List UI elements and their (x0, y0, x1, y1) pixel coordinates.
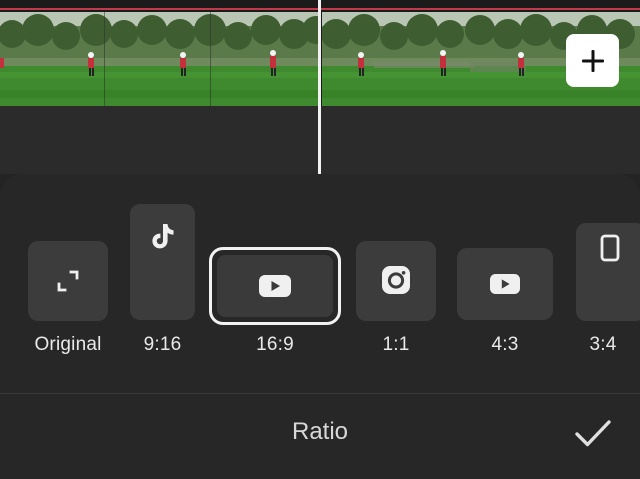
checkmark-icon (575, 420, 611, 447)
portrait-frame-icon (600, 234, 620, 262)
panel-divider (0, 393, 640, 394)
ratio-option-9-16[interactable]: 9:16 (130, 174, 195, 392)
ratio-tile-16-9[interactable] (217, 255, 333, 317)
ratio-option-original[interactable]: Original (28, 174, 108, 392)
instagram-icon (382, 266, 410, 294)
ratio-tile-9-16[interactable] (130, 204, 195, 320)
ratio-option-16-9[interactable]: 16:9 (209, 174, 341, 392)
add-clip-button[interactable] (566, 34, 619, 87)
panel-title: Ratio (291, 418, 349, 445)
ratio-option-4-3[interactable]: 4:3 (457, 174, 553, 392)
ratio-label-3-4: 3:4 (589, 334, 617, 355)
ratio-options-row[interactable]: Original 9:16 16:9 1:1 4:3 3:4 (0, 174, 640, 392)
ratio-tile-3-4[interactable] (576, 223, 640, 321)
ratio-tile-1-1[interactable] (356, 241, 436, 321)
crop-corners-icon (57, 270, 79, 292)
tiktok-icon (151, 224, 173, 249)
ratio-option-3-4[interactable]: 3:4 (576, 174, 640, 392)
ratio-tile-original[interactable] (28, 241, 108, 321)
confirm-button[interactable] (570, 412, 616, 456)
plus-icon (581, 49, 604, 72)
video-timeline[interactable] (0, 0, 640, 174)
ratio-tile-4-3[interactable] (457, 248, 553, 320)
ratio-panel: Original 9:16 16:9 1:1 4:3 3:4 Ratio (0, 174, 640, 479)
youtube-icon (259, 275, 291, 297)
playhead[interactable] (318, 0, 321, 174)
youtube-icon (490, 274, 520, 294)
ratio-option-1-1[interactable]: 1:1 (356, 174, 436, 392)
video-clip-thumbnails-left[interactable] (0, 12, 318, 106)
